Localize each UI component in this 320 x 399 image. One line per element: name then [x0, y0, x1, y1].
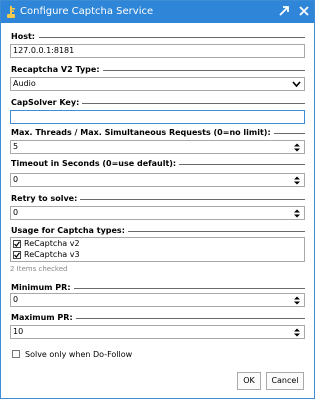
cancel-button[interactable]: Cancel [266, 372, 304, 390]
retry-value: 0 [13, 208, 19, 217]
key-icon [7, 6, 15, 18]
check-item-label: ReCaptcha v3 [24, 250, 80, 259]
host-input[interactable]: 127.0.0.1:8181 [10, 44, 305, 58]
max-pr-label: Maximum PR: [11, 313, 76, 322]
check-item-label: ReCaptcha v2 [24, 239, 80, 248]
section-divider [77, 199, 305, 200]
retry-label: Retry to solve: [11, 194, 81, 203]
capsolver-key-label: CapSolver Key: [11, 98, 83, 107]
recaptcha-type-select[interactable]: Audio [10, 77, 305, 91]
close-icon[interactable] [297, 4, 311, 18]
dofollow-checkbox[interactable] [12, 350, 20, 358]
min-pr-label: Minimum PR: [11, 283, 74, 292]
max-threads-value: 5 [13, 142, 19, 151]
section-divider [67, 318, 305, 319]
section-divider [121, 231, 305, 232]
section-divider [39, 37, 305, 38]
checkbox[interactable] [13, 240, 21, 248]
spin-updown-icon[interactable] [292, 295, 302, 306]
host-value: 127.0.0.1:8181 [13, 46, 75, 55]
timeout-label: Timeout in Seconds (0=use default): [11, 159, 180, 168]
host-label: Host: [11, 32, 38, 41]
section-divider [65, 288, 305, 289]
checkbox[interactable] [13, 251, 21, 259]
max-pr-value: 10 [13, 327, 24, 336]
captcha-types-checklist: ReCaptcha v2 ReCaptcha v3 [10, 237, 305, 262]
timeout-input[interactable]: 0 [10, 173, 305, 187]
recaptcha-type-value: Audio [13, 79, 36, 88]
section-divider [79, 103, 305, 104]
spin-updown-icon[interactable] [292, 327, 302, 338]
max-pr-input[interactable]: 10 [10, 325, 305, 339]
max-threads-input[interactable]: 5 [10, 140, 305, 154]
min-pr-value: 0 [13, 295, 19, 304]
chevron-down-icon[interactable] [292, 80, 301, 88]
retry-input[interactable]: 0 [10, 206, 305, 220]
title-bar[interactable]: Configure Captcha Service [1, 1, 314, 23]
expand-arrow-icon[interactable] [277, 4, 291, 18]
min-pr-input[interactable]: 0 [10, 293, 305, 307]
spin-updown-icon[interactable] [292, 208, 302, 219]
window-title: Configure Captcha Service [20, 6, 154, 17]
dofollow-label: Solve only when Do-Follow [25, 350, 133, 359]
checkmark-icon [14, 252, 20, 258]
usage-label: Usage for Captcha types: [11, 226, 128, 235]
ok-button[interactable]: OK [237, 372, 261, 390]
max-threads-label: Max. Threads / Max. Simultaneous Request… [11, 128, 274, 137]
spin-updown-icon[interactable] [292, 142, 302, 153]
capsolver-key-input[interactable] [10, 110, 305, 124]
section-divider [97, 70, 305, 71]
recaptcha-type-label: Recaptcha V2 Type: [11, 65, 103, 74]
spin-updown-icon[interactable] [292, 175, 302, 186]
configure-captcha-dialog: Configure Captcha Service Host: 127.0.0.… [0, 0, 315, 399]
section-divider [169, 164, 305, 165]
items-checked-summary: 2 Items checked [10, 265, 68, 273]
checkmark-icon [14, 241, 20, 247]
timeout-value: 0 [13, 175, 19, 184]
